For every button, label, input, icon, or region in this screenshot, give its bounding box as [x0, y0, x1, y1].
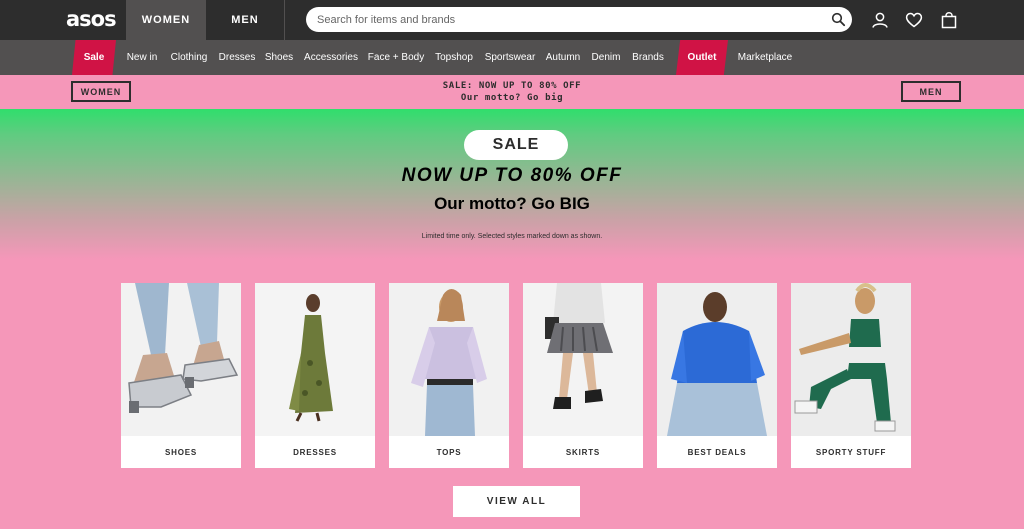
- search-bar: [306, 7, 852, 32]
- tab-men[interactable]: MEN: [206, 0, 284, 40]
- tops-image: [389, 283, 509, 436]
- promo-line-2: Our motto? Go big: [460, 93, 564, 103]
- card-shoes[interactable]: SHOES: [121, 283, 241, 468]
- card-label: BEST DEALS: [687, 447, 747, 457]
- nav-item-denim[interactable]: Denim: [588, 40, 624, 75]
- search-icon[interactable]: [831, 12, 846, 27]
- nav-item-brands[interactable]: Brands: [629, 40, 667, 75]
- nav-item-shoes[interactable]: Shoes: [262, 40, 296, 75]
- card-dresses[interactable]: DRESSES: [255, 283, 375, 468]
- nav-item-sportswear[interactable]: Sportswear: [481, 40, 539, 75]
- asos-logo[interactable]: asos: [66, 6, 117, 32]
- nav-item-accessories[interactable]: Accessories: [300, 40, 362, 75]
- card-skirts[interactable]: SKIRTS: [523, 283, 643, 468]
- card-tops[interactable]: TOPS: [389, 283, 509, 468]
- promo-message[interactable]: SALE: NOW UP TO 80% OFF Our motto? Go bi…: [0, 80, 1024, 104]
- category-nav: Sale New in Clothing Dresses Shoes Acces…: [0, 40, 1024, 75]
- hero-subline: Our motto? Go BIG: [434, 194, 590, 213]
- nav-item-face-body[interactable]: Face + Body: [366, 40, 426, 75]
- nav-item-dresses[interactable]: Dresses: [216, 40, 258, 75]
- dresses-image: [255, 283, 375, 436]
- sporty-stuff-image: [791, 283, 911, 436]
- view-all-button[interactable]: VIEW ALL: [453, 486, 580, 517]
- account-icon[interactable]: [871, 11, 889, 29]
- shoes-image: [121, 283, 241, 436]
- card-label: TOPS: [436, 447, 462, 457]
- sale-pill: SALE: [464, 130, 568, 160]
- nav-item-outlet[interactable]: Outlet: [676, 40, 728, 75]
- sale-hero: SALE NOW UP TO 80% OFF Our motto? Go BIG…: [0, 109, 1024, 529]
- promo-men-button[interactable]: MEN: [901, 81, 961, 102]
- heart-icon[interactable]: [905, 11, 923, 29]
- nav-item-autumn[interactable]: Autumn: [543, 40, 583, 75]
- card-label: SKIRTS: [565, 447, 601, 457]
- nav-item-clothing[interactable]: Clothing: [166, 40, 212, 75]
- nav-item-sale[interactable]: Sale: [72, 40, 116, 75]
- nav-item-marketplace[interactable]: Marketplace: [734, 40, 796, 75]
- search-input[interactable]: [306, 7, 826, 32]
- skirts-image: [523, 283, 643, 436]
- top-header: asos WOMEN MEN: [0, 0, 1024, 40]
- bag-icon[interactable]: [940, 11, 958, 29]
- best-deals-image: [657, 283, 777, 436]
- card-sporty-stuff[interactable]: SPORTY STUFF: [791, 283, 911, 468]
- tab-women[interactable]: WOMEN: [126, 0, 206, 40]
- hero-headline: NOW UP TO 80% OFF: [401, 165, 623, 186]
- card-label: SHOES: [164, 447, 197, 457]
- card-label: SPORTY STUFF: [815, 447, 887, 457]
- card-label: DRESSES: [293, 447, 337, 457]
- header-divider: [284, 0, 285, 40]
- card-best-deals[interactable]: BEST DEALS: [657, 283, 777, 468]
- promo-banner: WOMEN SALE: NOW UP TO 80% OFF Our motto?…: [0, 75, 1024, 109]
- promo-line-1: SALE: NOW UP TO 80% OFF: [442, 81, 582, 91]
- nav-item-topshop[interactable]: Topshop: [431, 40, 477, 75]
- hero-fine-print: Limited time only. Selected styles marke…: [421, 233, 603, 240]
- nav-item-new-in[interactable]: New in: [120, 40, 164, 75]
